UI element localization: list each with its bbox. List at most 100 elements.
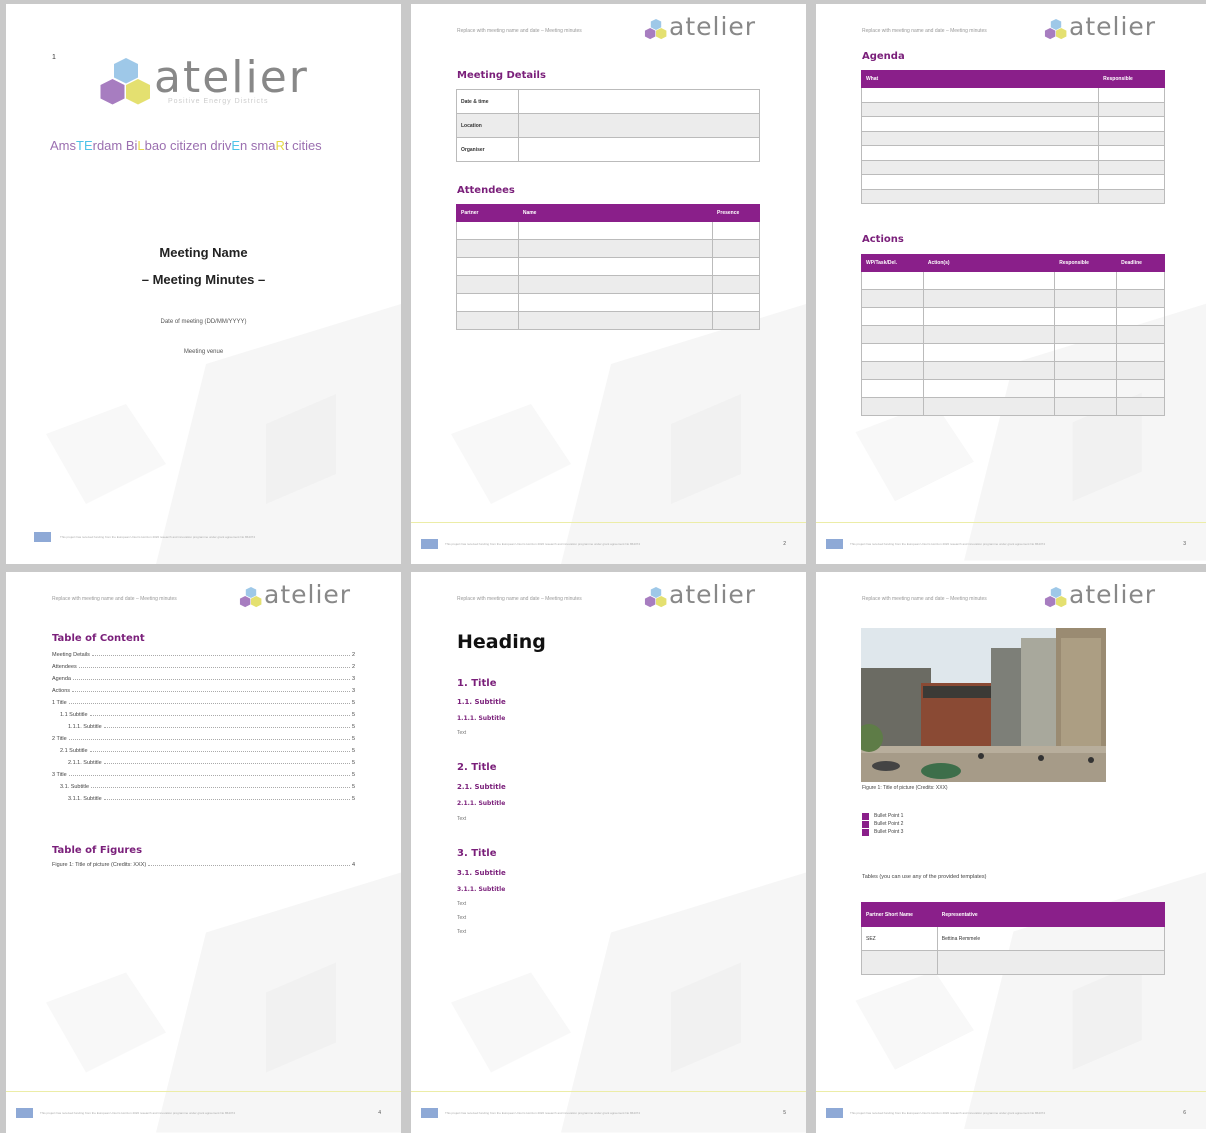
logo-text: atelier bbox=[1069, 580, 1157, 609]
logo-hexagons-icon bbox=[239, 586, 262, 608]
meeting-minutes-title: – Meeting Minutes – bbox=[141, 272, 266, 287]
table-cell bbox=[860, 116, 1100, 132]
table-cell bbox=[1116, 271, 1165, 290]
toc-leader-dots bbox=[72, 679, 350, 680]
toc-entry-title: 3.1.1. Subtitle bbox=[68, 796, 102, 802]
table-cell bbox=[860, 130, 1100, 146]
footer-funding-text: This project has received funding from t… bbox=[40, 1111, 236, 1115]
column-header: Action(s) bbox=[922, 254, 1056, 272]
meeting-venue-label: Meeting venue bbox=[183, 349, 224, 355]
page-number: 3 bbox=[1183, 541, 1186, 547]
table-row bbox=[860, 145, 1165, 161]
table-row bbox=[860, 116, 1165, 132]
toc-entry-title: Agenda bbox=[52, 676, 71, 682]
bullet-text: Bullet Point 3 bbox=[874, 829, 904, 835]
toc-entry-title: 1.1.1. Subtitle bbox=[68, 724, 102, 730]
page-cover: 1 atelier Positive Energy Districts AmsT… bbox=[6, 4, 401, 564]
toc-entry-title: Meeting Details bbox=[52, 652, 90, 658]
brand-logo: atelier bbox=[238, 580, 373, 612]
table-cell bbox=[456, 311, 519, 330]
table-cell bbox=[1098, 130, 1165, 146]
meeting-details-heading: Meeting Details bbox=[457, 70, 546, 81]
partner-table: Partner Short Name Representative SEZ Betti… bbox=[861, 902, 1166, 975]
toc-leader-dots bbox=[68, 703, 350, 704]
subtitle-segment: R bbox=[275, 138, 285, 153]
table-cell bbox=[712, 257, 760, 276]
table-cell: SEZ bbox=[861, 926, 938, 951]
column-header: Name bbox=[517, 204, 714, 222]
table-cell bbox=[922, 343, 1056, 362]
table-cell bbox=[861, 397, 924, 416]
table-row bbox=[861, 307, 1165, 326]
logo-text: atelier bbox=[154, 52, 309, 103]
table-cell bbox=[861, 343, 924, 362]
project-acronym-subtitle: AmsTErdam BiLbao citizen drivEn smaRt ci… bbox=[50, 138, 322, 153]
column-header: Representative bbox=[936, 902, 1166, 927]
body-text: Text bbox=[457, 901, 467, 907]
actions-table: WP/Task/Del. Action(s) Responsible Deadline bbox=[861, 254, 1165, 416]
table-cell bbox=[1054, 271, 1118, 290]
toc-heading: Table of Content bbox=[52, 633, 145, 644]
page-number: 4 bbox=[378, 1110, 381, 1116]
table-row bbox=[861, 950, 1166, 975]
table-row bbox=[861, 361, 1165, 380]
toc-leader-dots bbox=[68, 775, 350, 776]
table-row bbox=[861, 271, 1165, 290]
subtitle-segment: Ams bbox=[50, 138, 76, 153]
logo-hexagons-icon bbox=[1044, 586, 1067, 608]
eu-flag-icon bbox=[826, 1108, 843, 1118]
table-cell bbox=[922, 325, 1056, 344]
page-header-text: Replace with meeting name and date – Mee… bbox=[457, 596, 582, 602]
logo-hexagons-icon bbox=[1044, 18, 1067, 40]
agenda-table: What Responsible bbox=[860, 70, 1165, 204]
table-cell bbox=[1116, 379, 1165, 398]
row-value bbox=[518, 137, 760, 162]
page-meeting-details: Replace with meeting name and date – Mee… bbox=[411, 4, 806, 564]
eu-flag-icon bbox=[421, 539, 438, 549]
toc-page-number: 5 bbox=[351, 724, 355, 730]
toc-leader-dots bbox=[103, 727, 350, 728]
table-cell bbox=[456, 239, 519, 258]
page-header-text: Replace with meeting name and date – Mee… bbox=[457, 28, 582, 34]
table-row bbox=[456, 257, 760, 276]
table-cell bbox=[860, 159, 1100, 175]
row-label: Organiser bbox=[456, 137, 519, 162]
subtitle-segment: n sma bbox=[240, 138, 276, 153]
toc-leader-dots bbox=[103, 799, 350, 800]
table-cell bbox=[1054, 325, 1118, 344]
tof-list: Figure 1: Title of picture (Credits: XXX… bbox=[52, 856, 355, 868]
toc-page-number: 5 bbox=[351, 760, 355, 766]
page-header-text: Replace with meeting name and date – Mee… bbox=[862, 596, 987, 602]
bullet-text: Bullet Point 1 bbox=[874, 813, 904, 819]
subtitle-segment: bao citizen driv bbox=[144, 138, 232, 153]
page-agenda-actions: Replace with meeting name and date – Mee… bbox=[816, 4, 1206, 564]
subtitle-segment: TE bbox=[76, 138, 93, 153]
table-row bbox=[456, 221, 760, 240]
actions-heading: Actions bbox=[862, 234, 904, 245]
toc-entry: 3.1. Subtitle 5 bbox=[52, 778, 355, 790]
table-cell bbox=[860, 174, 1100, 190]
table-row: Location bbox=[456, 113, 760, 138]
toc-entry: Attendees 2 bbox=[52, 658, 355, 670]
brand-logo: atelier bbox=[1043, 12, 1178, 44]
page-footer: This project has received funding from t… bbox=[816, 522, 1206, 564]
logo-hexagons-icon bbox=[100, 58, 150, 105]
table-row: Date & time bbox=[456, 89, 760, 114]
toc-entry: Agenda 3 bbox=[52, 670, 355, 682]
toc-leader-dots bbox=[89, 751, 350, 752]
table-cell bbox=[860, 145, 1100, 161]
subtitle-segment: E bbox=[231, 138, 241, 153]
subheading-2-1-1: 2.1.1. Subtitle bbox=[457, 800, 506, 807]
table-cell bbox=[1054, 361, 1118, 380]
table-row bbox=[860, 174, 1165, 190]
logo-hexagons-icon bbox=[644, 18, 667, 40]
table-cell bbox=[922, 289, 1056, 308]
page-footer: This project has received funding from t… bbox=[411, 522, 806, 564]
body-text: Text bbox=[457, 929, 467, 935]
table-cell bbox=[1116, 325, 1165, 344]
table-cell bbox=[861, 361, 924, 380]
table-row bbox=[456, 275, 760, 294]
brand-logo: atelier bbox=[643, 580, 778, 612]
table-cell bbox=[1116, 289, 1165, 308]
toc-entry-title: 1.1 Subtitle bbox=[60, 712, 88, 718]
